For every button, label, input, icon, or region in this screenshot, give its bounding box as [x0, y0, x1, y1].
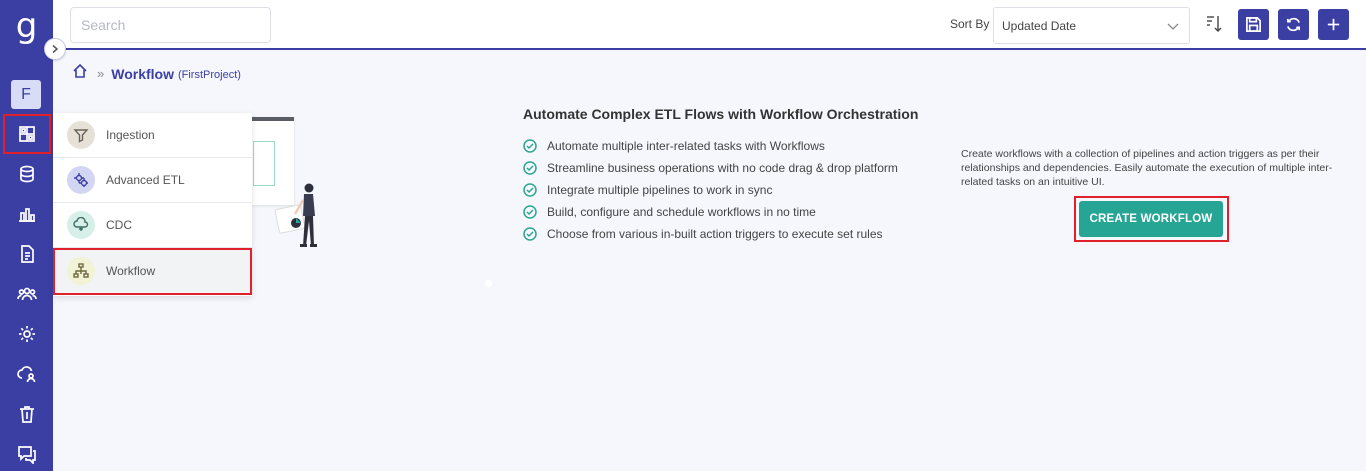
sort-by-label: Sort By — [950, 17, 990, 31]
feature-item: Integrate multiple pipelines to work in … — [523, 179, 898, 201]
refresh-button[interactable] — [1278, 9, 1309, 40]
top-bar: Sort By Updated Date — [53, 0, 1366, 50]
refresh-icon — [1286, 17, 1301, 32]
feature-list: Automate multiple inter-related tasks wi… — [523, 135, 898, 245]
nav-dashboard[interactable] — [3, 114, 51, 154]
menu-item-label: CDC — [106, 218, 132, 232]
sidebar-toggle-button[interactable] — [44, 38, 66, 60]
check-circle-icon — [523, 205, 537, 219]
save-button[interactable] — [1238, 9, 1269, 40]
feature-item: Choose from various in-built action trig… — [523, 223, 898, 245]
nav-chat[interactable] — [0, 437, 53, 471]
feature-item: Automate multiple inter-related tasks wi… — [523, 135, 898, 157]
check-circle-icon — [523, 183, 537, 197]
home-icon — [73, 63, 87, 78]
decorative-dot — [485, 280, 492, 287]
check-circle-icon — [523, 139, 537, 153]
nav-analytics[interactable] — [0, 197, 53, 231]
nav-users[interactable] — [0, 277, 53, 311]
users-icon — [16, 287, 37, 301]
sort-select[interactable]: Updated Date — [993, 7, 1190, 44]
search-input[interactable] — [70, 7, 271, 43]
menu-item-label: Workflow — [106, 264, 156, 278]
trash-icon — [19, 406, 34, 423]
create-workflow-button[interactable]: CREATE WORKFLOW — [1079, 201, 1223, 237]
document-icon — [20, 245, 34, 263]
empty-state-heading: Automate Complex ETL Flows with Workflow… — [523, 106, 919, 122]
dashboard-icon — [19, 126, 35, 142]
feature-item: Build, configure and schedule workflows … — [523, 201, 898, 223]
menu-item-advanced-etl[interactable]: Advanced ETL — [53, 158, 252, 203]
empty-state-description: Create workflows with a collection of pi… — [961, 148, 1333, 188]
cloud-sync-icon — [67, 211, 95, 239]
settings-icon — [18, 326, 35, 342]
left-nav-rail: g F — [0, 0, 53, 471]
check-circle-icon — [523, 227, 537, 241]
menu-item-ingestion[interactable]: Ingestion — [53, 113, 252, 158]
gears-icon — [67, 166, 95, 194]
nav-settings[interactable] — [0, 317, 53, 351]
add-button[interactable] — [1318, 9, 1349, 40]
chevron-right-icon — [52, 44, 59, 54]
home-link[interactable] — [72, 63, 88, 84]
breadcrumb: » Workflow (FirstProject) — [72, 63, 241, 84]
nav-trash[interactable] — [0, 397, 53, 431]
project-badge[interactable]: F — [11, 80, 41, 109]
menu-item-cdc[interactable]: CDC — [53, 203, 252, 248]
save-icon — [1246, 17, 1261, 32]
sort-direction-icon[interactable] — [1204, 13, 1224, 35]
menu-item-label: Advanced ETL — [106, 173, 185, 187]
funnel-icon — [67, 121, 95, 149]
database-icon — [19, 165, 34, 183]
nav-database[interactable] — [0, 157, 53, 191]
chat-icon — [17, 446, 36, 464]
sort-select-value: Updated Date — [1002, 19, 1077, 33]
workflow-icon — [67, 257, 95, 285]
plus-icon — [1327, 18, 1340, 31]
check-circle-icon — [523, 161, 537, 175]
page-title: Workflow — [111, 65, 174, 82]
create-menu: Ingestion Advanced ETL CDC Workflow — [53, 113, 252, 296]
menu-item-label: Ingestion — [106, 128, 155, 142]
chevron-down-icon — [1167, 23, 1179, 30]
cloud-user-icon — [16, 366, 35, 383]
nav-documents[interactable] — [0, 237, 53, 271]
project-name: (FirstProject) — [177, 68, 241, 81]
chart-icon — [18, 208, 35, 222]
breadcrumb-separator-icon: » — [97, 66, 105, 81]
feature-item: Streamline business operations with no c… — [523, 157, 898, 179]
illustration-person — [274, 183, 317, 247]
menu-item-workflow[interactable]: Workflow — [53, 248, 252, 295]
app-logo[interactable]: g — [0, 6, 53, 46]
nav-cloud-users[interactable] — [0, 357, 53, 391]
